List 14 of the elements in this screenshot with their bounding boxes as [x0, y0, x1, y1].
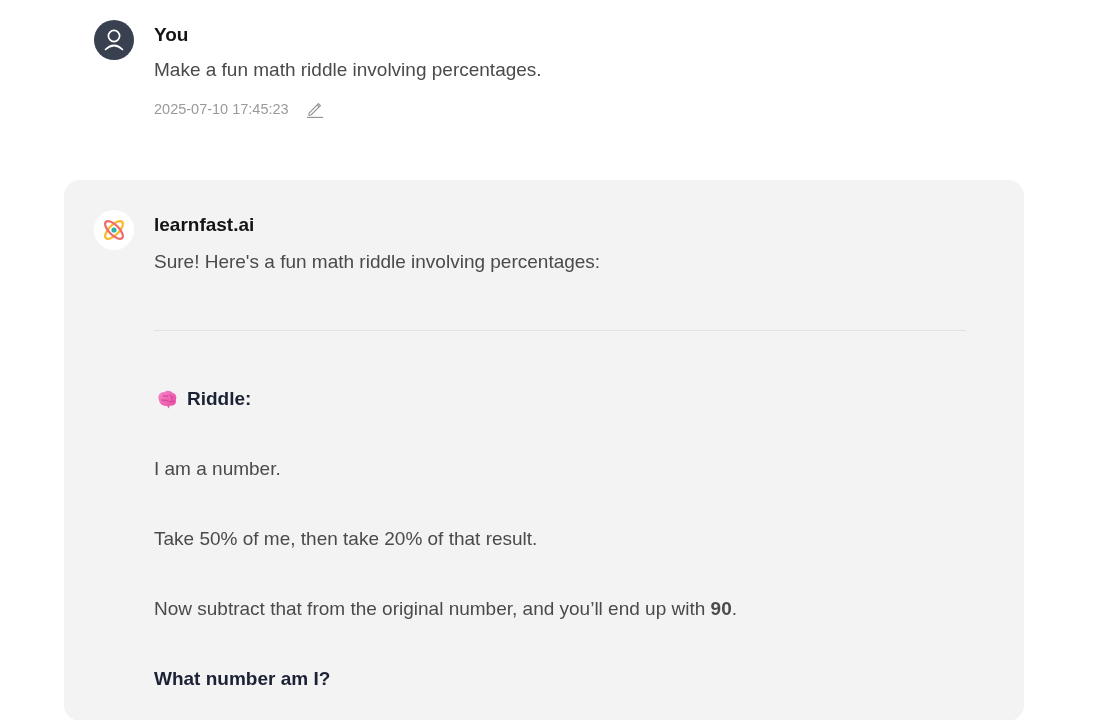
brain-icon — [156, 388, 178, 410]
pencil-icon[interactable] — [305, 100, 324, 118]
timestamp: 2025-07-10 17:45:23 — [154, 100, 289, 119]
message-text: Make a fun math riddle involving percentages. — [154, 58, 543, 82]
paragraph: Take 50% of me, then take 20% of that result. — [154, 527, 539, 551]
atom-logo-icon — [94, 210, 134, 250]
paragraph: Sure! Here's a fun math riddle involving percentages: — [154, 250, 602, 274]
author-name: You — [154, 23, 190, 47]
user-avatar-icon — [94, 20, 134, 60]
section-heading: Riddle: — [187, 387, 252, 411]
question-text: What number am I? — [154, 667, 332, 691]
author-name: learnfast.ai — [154, 213, 256, 237]
paragraph: Now subtract that from the original number, and you’ll end up with 90. — [154, 597, 738, 621]
paragraph: I am a number. — [154, 457, 282, 481]
